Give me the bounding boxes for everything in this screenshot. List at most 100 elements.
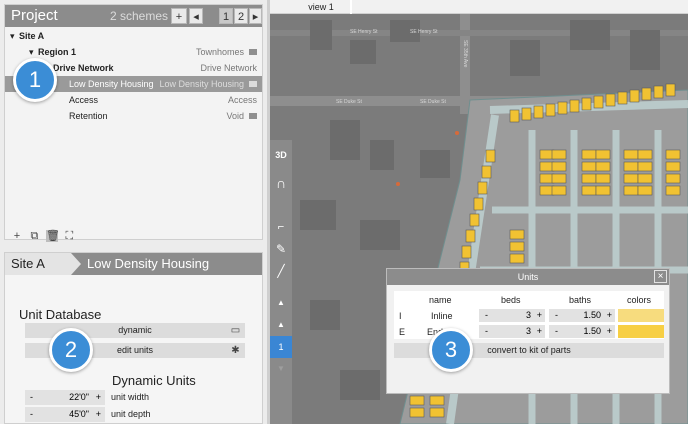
scheme-page-1[interactable]: 1 xyxy=(219,8,233,24)
scroll-down-icon[interactable]: ▼ xyxy=(270,358,292,380)
increment-button[interactable]: + xyxy=(537,309,542,322)
callout-badge: 2 xyxy=(49,328,93,372)
tree-row-value: Access xyxy=(227,95,257,105)
street-label: SE Duke St xyxy=(336,99,362,105)
duplicate-icon[interactable]: ⧉ xyxy=(28,230,40,242)
tree-row-value: Drive Network xyxy=(200,63,257,73)
page-up-icon[interactable]: ▲ xyxy=(270,292,292,314)
add-icon[interactable]: + xyxy=(11,230,23,242)
tree-row-region[interactable]: ▾ Region 1 Townhomes xyxy=(5,44,262,60)
scroll-up-icon[interactable]: ▲ xyxy=(270,314,292,336)
increment-button[interactable]: + xyxy=(607,309,612,322)
unit-code: I xyxy=(399,311,402,321)
baths-stepper[interactable]: - 1.50 + xyxy=(549,325,615,338)
column-header-beds: beds xyxy=(501,295,521,305)
unit-database-title: Unit Database xyxy=(19,307,102,322)
project-panel: Project 2 schemes + ◂ 1 2 ▸ ▾ Site A ▾ R… xyxy=(4,4,263,242)
decrement-button[interactable]: - xyxy=(555,309,558,322)
callout-badge: 1 xyxy=(13,58,57,102)
prev-scheme-button[interactable]: ◂ xyxy=(189,8,203,24)
project-header: Project 2 schemes + ◂ 1 2 ▸ xyxy=(5,5,262,27)
building-icon xyxy=(249,81,257,87)
tree-row-label: Drive Network xyxy=(53,63,114,73)
measure-icon[interactable]: ✎ xyxy=(270,238,292,260)
page-number-button[interactable]: 1 xyxy=(270,336,292,358)
next-scheme-button[interactable]: ▸ xyxy=(249,8,262,24)
unit-name[interactable]: Inline xyxy=(431,311,453,321)
unit-depth-label: unit depth xyxy=(111,409,151,419)
3d-toggle-button[interactable]: 3D xyxy=(270,144,292,166)
column-header-baths: baths xyxy=(569,295,592,305)
chevron-down-icon: ▾ xyxy=(10,31,15,41)
dynamic-label: dynamic xyxy=(118,325,152,335)
folder-icon: ▭ xyxy=(230,325,241,336)
close-icon[interactable]: × xyxy=(654,270,667,283)
baths-value[interactable]: 1.50 xyxy=(583,309,601,322)
building-icon xyxy=(249,49,257,55)
increment-button[interactable]: + xyxy=(537,325,542,338)
unit-width-stepper[interactable]: - 22'0" + xyxy=(25,390,105,405)
view-tab-bar: view 1 xyxy=(270,0,688,14)
tree-row-value: Void xyxy=(226,111,244,121)
tree-row-value: Townhomes xyxy=(195,47,244,57)
breadcrumb-site[interactable]: Site A xyxy=(5,253,81,275)
ruler-icon[interactable]: ╱ xyxy=(270,260,292,282)
trash-icon[interactable]: 🗑 xyxy=(45,230,60,242)
increment-button[interactable]: + xyxy=(96,390,101,405)
decrement-button[interactable]: - xyxy=(555,325,558,338)
column-header-name: name xyxy=(429,295,452,305)
beds-stepper[interactable]: - 3 + xyxy=(479,325,545,338)
dynamic-units-title: Dynamic Units xyxy=(112,373,196,388)
callout-badge: 3 xyxy=(429,328,473,372)
tab-view-1[interactable]: view 1 xyxy=(292,0,352,14)
baths-value[interactable]: 1.50 xyxy=(583,325,601,338)
unit-code: E xyxy=(399,327,406,337)
building-icon xyxy=(249,113,257,119)
properties-panel: Site A Low Density Housing Unit Database… xyxy=(4,252,263,424)
increment-button[interactable]: + xyxy=(96,407,101,422)
increment-button[interactable]: + xyxy=(607,325,612,338)
unit-width-value[interactable]: 22'0" xyxy=(69,390,89,405)
beds-value[interactable]: 3 xyxy=(526,325,531,338)
units-dialog: Units × name beds baths colors I Inline … xyxy=(386,268,670,394)
crop-icon[interactable]: ⌐ xyxy=(270,216,292,238)
tree-row-label: Site A xyxy=(19,31,45,41)
tree-row-label: Low Density Housing xyxy=(69,79,154,89)
tree-row-label: Retention xyxy=(69,111,108,121)
street-label: SE Duke St xyxy=(420,99,446,105)
unit-width-label: unit width xyxy=(111,392,150,402)
edit-units-label: edit units xyxy=(116,345,154,355)
tree-row-site[interactable]: ▾ Site A xyxy=(5,28,262,44)
beds-stepper[interactable]: - 3 + xyxy=(479,309,545,322)
magnet-icon[interactable]: ∩ xyxy=(270,172,292,194)
gear-icon: ✱ xyxy=(231,345,240,356)
baths-stepper[interactable]: - 1.50 + xyxy=(549,309,615,322)
street-label: SE 35th Ave xyxy=(462,40,468,68)
street-label: SE Henry St xyxy=(350,29,378,35)
project-toolbar: + ⧉ 🗑 ⛶ xyxy=(11,226,76,242)
decrement-button[interactable]: - xyxy=(485,325,488,338)
unit-depth-value[interactable]: 45'0" xyxy=(69,407,89,422)
project-title: Project xyxy=(11,7,58,24)
dialog-title-text: Units xyxy=(517,272,539,282)
expand-icon[interactable]: ⛶ xyxy=(63,230,75,242)
beds-value[interactable]: 3 xyxy=(526,309,531,322)
tree-row-retention[interactable]: Retention Void xyxy=(5,108,262,124)
scheme-page-2[interactable]: 2 xyxy=(234,8,248,24)
tree-row-label: Access xyxy=(69,95,99,105)
schemes-count: 2 schemes xyxy=(110,9,169,23)
breadcrumb: Site A Low Density Housing xyxy=(5,253,262,275)
map-toolbar: 3D ∩ ⌐ ✎ ╱ ▲ ▲ 1 ▼ xyxy=(270,140,292,424)
tree-row-label: Region 1 xyxy=(38,47,77,57)
decrement-button[interactable]: - xyxy=(485,309,488,322)
color-swatch[interactable] xyxy=(618,325,664,338)
street-label: SE Henry St xyxy=(410,29,438,35)
decrement-button[interactable]: - xyxy=(30,390,33,405)
units-dialog-title: Units × xyxy=(387,269,669,285)
decrement-button[interactable]: - xyxy=(30,407,33,422)
color-swatch[interactable] xyxy=(618,309,664,322)
unit-depth-stepper[interactable]: - 45'0" + xyxy=(25,407,105,422)
column-header-colors: colors xyxy=(627,295,652,305)
add-scheme-button[interactable]: + xyxy=(171,8,187,24)
app-root: Project 2 schemes + ◂ 1 2 ▸ ▾ Site A ▾ R… xyxy=(0,0,688,424)
